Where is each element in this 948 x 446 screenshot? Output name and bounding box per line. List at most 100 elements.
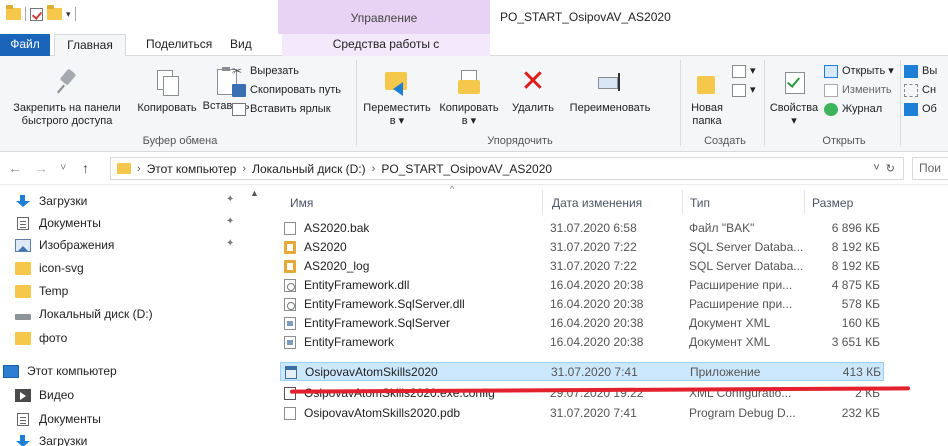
nav-item-pictures[interactable]: Изображения ✦ — [0, 234, 250, 256]
journal-icon — [824, 102, 838, 116]
file-row[interactable]: EntityFramework 16.04.2020 20:38 Докумен… — [280, 333, 884, 352]
column-separator[interactable] — [682, 190, 683, 214]
nav-item-documents-2[interactable]: Документы — [0, 408, 250, 430]
file-row[interactable]: EntityFramework.SqlServer 16.04.2020 20:… — [280, 314, 884, 333]
column-header-size[interactable]: Размер — [812, 196, 853, 210]
application-icon — [285, 366, 297, 379]
tab-view[interactable]: Вид — [222, 34, 260, 56]
forward-button[interactable]: → — [34, 160, 48, 176]
new-item-button[interactable]: ▾ — [732, 62, 756, 80]
dll-icon — [284, 279, 296, 292]
paste-shortcut-button[interactable]: Вставить ярлык — [232, 100, 331, 118]
column-header-name[interactable]: Имя — [290, 196, 313, 210]
select-all-icon — [904, 64, 918, 78]
nav-item-icon-svg[interactable]: icon-svg — [0, 257, 250, 279]
download-icon — [15, 434, 31, 446]
address-bar-actions: ˅ ↻ — [873, 162, 895, 175]
file-row[interactable]: EntityFramework.SqlServer.dll 16.04.2020… — [280, 295, 884, 314]
journal-label: Журнал — [842, 103, 883, 115]
copy-to-sub: в ▾ — [461, 115, 477, 127]
address-dropdown-icon[interactable]: ˅ — [873, 162, 879, 175]
copy-button[interactable]: Копировать — [134, 68, 200, 115]
column-header-type[interactable]: Тип — [690, 196, 710, 210]
breadcrumb-local-disk[interactable]: Локальный диск (D:) — [252, 162, 366, 176]
edit-icon — [824, 83, 838, 97]
select-all-button[interactable]: Вы — [904, 62, 937, 80]
pin-quick-access-button[interactable]: Закрепить на панели быстрого доступа — [4, 68, 130, 128]
nav-item-photo[interactable]: фото — [0, 327, 250, 349]
up-button[interactable]: ↑ — [82, 160, 89, 176]
rename-button[interactable]: Переименовать — [560, 68, 660, 115]
file-size: 4 875 КБ — [831, 278, 880, 292]
tab-app-tools[interactable]: Средства работы с приложениями — [282, 34, 490, 72]
address-bar-row: ← → ˅ ↑ › Этот компьютер › Локальный дис… — [0, 153, 948, 185]
easy-access-button[interactable]: ▾ — [732, 81, 756, 99]
nav-scrollbar[interactable]: ▲ — [250, 186, 259, 446]
nav-item-local-disk[interactable]: Локальный диск (D:) — [0, 303, 250, 325]
properties-check-icon[interactable] — [30, 7, 43, 21]
copy-to-button[interactable]: Копировать в ▾ — [434, 68, 504, 128]
nav-item-video[interactable]: Видео — [0, 384, 250, 406]
file-row-selected[interactable]: OsipovavAtomSkills2020 31.07.2020 7:41 П… — [280, 362, 884, 381]
properties-button[interactable]: Свойства ▾ — [766, 68, 822, 128]
copy-path-button[interactable]: Скопировать путь — [232, 81, 341, 99]
breadcrumb-current-folder[interactable]: PO_START_OsipovAV_AS2020 — [381, 162, 552, 176]
file-type: Расширение при... — [689, 278, 793, 292]
address-bar[interactable]: › Этот компьютер › Локальный диск (D:) ›… — [110, 157, 904, 180]
edit-button[interactable]: Изменить — [824, 81, 892, 99]
column-separator[interactable] — [542, 190, 543, 214]
folder-icon — [15, 331, 31, 345]
pin-icon[interactable]: ✦ — [226, 238, 234, 249]
copy-to-label: Копировать — [439, 102, 499, 114]
pin-icon[interactable]: ✦ — [226, 216, 234, 227]
copy-path-label: Скопировать путь — [250, 84, 341, 96]
qat-dropdown-icon[interactable]: ▾ — [66, 9, 71, 20]
paste-shortcut-icon — [232, 102, 246, 116]
file-row[interactable]: EntityFramework.dll 16.04.2020 20:38 Рас… — [280, 276, 884, 295]
xml-icon — [284, 317, 296, 330]
back-button[interactable]: ← — [8, 160, 22, 176]
tab-home[interactable]: Главная — [54, 34, 126, 57]
select-none-button[interactable]: Сн — [904, 81, 936, 99]
file-date: 16.04.2020 20:38 — [550, 316, 644, 330]
new-folder-icon[interactable] — [47, 5, 62, 20]
nav-item-documents[interactable]: Документы ✦ — [0, 212, 250, 234]
nav-item-downloads-2[interactable]: Загрузки — [0, 430, 250, 446]
new-folder-button[interactable]: Новая папка — [684, 68, 730, 128]
file-row[interactable]: OsipovavAtomSkills2020.pdb 31.07.2020 7:… — [280, 404, 884, 423]
file-row[interactable]: AS2020.bak 31.07.2020 6:58 Файл "BAK" 6 … — [280, 219, 884, 238]
tab-share[interactable]: Поделиться — [138, 34, 220, 56]
cut-button[interactable]: ✂ Вырезать — [232, 62, 299, 80]
open-button[interactable]: Открыть ▾ — [824, 62, 894, 80]
nav-item-downloads[interactable]: Загрузки ✦ — [0, 190, 250, 212]
file-row[interactable]: AS2020_log 31.07.2020 7:22 SQL Server Da… — [280, 257, 884, 276]
new-folder-label-2: папка — [692, 115, 722, 127]
search-input[interactable]: Пои — [912, 157, 948, 180]
tab-file[interactable]: Файл — [0, 34, 50, 56]
properties-label: Свойства — [769, 102, 819, 114]
nav-item-temp[interactable]: Temp — [0, 280, 250, 302]
file-date: 31.07.2020 7:41 — [550, 406, 637, 420]
move-to-button[interactable]: Переместить в ▾ — [360, 68, 434, 128]
invert-selection-button[interactable]: Об — [904, 100, 937, 118]
video-icon — [15, 388, 31, 402]
recent-locations-button[interactable]: ˅ — [60, 162, 66, 174]
journal-button[interactable]: Журнал — [824, 100, 882, 118]
column-separator[interactable] — [804, 190, 805, 214]
database-icon — [284, 241, 296, 254]
nav-item-label: Изображения — [39, 238, 115, 252]
breadcrumb-this-pc[interactable]: Этот компьютер — [147, 162, 237, 176]
open-icon — [824, 64, 838, 78]
pin-icon[interactable]: ✦ — [226, 194, 234, 205]
file-row[interactable]: AS2020 31.07.2020 7:22 SQL Server Databa… — [280, 238, 884, 257]
file-size: 8 192 КБ — [831, 240, 880, 254]
file-date: 16.04.2020 20:38 — [550, 335, 644, 349]
nav-item-this-pc[interactable]: Этот компьютер — [0, 360, 250, 382]
delete-label: Удалить — [512, 102, 554, 114]
folder-icon[interactable] — [6, 5, 21, 20]
delete-button[interactable]: ✕ Удалить — [506, 67, 560, 115]
folder-icon — [15, 261, 31, 275]
refresh-icon[interactable]: ↻ — [886, 162, 895, 175]
column-header-date[interactable]: Дата изменения — [552, 196, 642, 210]
move-to-sub: в ▾ — [389, 115, 405, 127]
